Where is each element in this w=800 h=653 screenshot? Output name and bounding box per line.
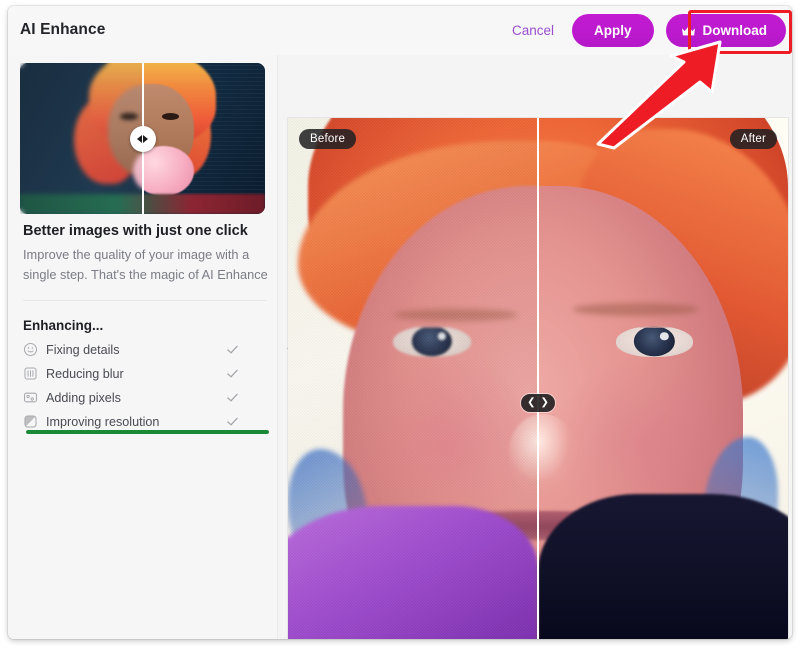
check-icon (227, 393, 238, 402)
after-badge: After (729, 129, 777, 149)
demo-handle-left-arrow-icon (137, 134, 142, 143)
sidebar-heading: Better images with just one click (23, 223, 248, 239)
download-button[interactable]: Download (665, 14, 786, 47)
app-header: AI Enhance Cancel Apply Download (8, 6, 792, 56)
before-noise-overlay (288, 118, 538, 639)
enhancing-section-title: Enhancing... (23, 318, 104, 333)
photo-eye-right (615, 326, 693, 357)
download-button-label: Download (702, 23, 768, 38)
task-row: Fixing details (23, 340, 267, 359)
chevron-left-icon: ❮ (527, 397, 536, 408)
preview-area: ‹ (278, 55, 792, 639)
task-label: Fixing details (46, 342, 120, 357)
sliders-icon (24, 367, 37, 380)
task-row: Adding pixels (23, 388, 267, 407)
task-label: Adding pixels (46, 390, 121, 405)
apply-button[interactable]: Apply (571, 14, 654, 47)
sidebar-divider (23, 300, 267, 301)
task-label: Reducing blur (46, 366, 124, 381)
app-window: AI Enhance Cancel Apply Download Better … (8, 6, 792, 639)
enhancing-task-list: Fixing details Reducing blur Adding pixe… (23, 340, 267, 436)
progress-bar-fill (26, 430, 269, 434)
check-icon (227, 369, 238, 378)
header-actions: Cancel Apply Download (506, 14, 786, 47)
check-icon (227, 345, 238, 354)
pixels-icon (23, 392, 38, 403)
after-image-pane (538, 118, 788, 639)
after-photo (538, 118, 788, 639)
check-icon (227, 417, 238, 426)
demo-before-side (20, 63, 143, 214)
sidebar-panel: Better images with just one click Improv… (8, 55, 278, 639)
photo-iris-right (634, 326, 675, 357)
demo-eye-right (162, 112, 180, 120)
photo-eye-highlight (659, 331, 669, 341)
face-smile-icon (23, 342, 38, 357)
page-title: AI Enhance (20, 21, 106, 38)
crown-icon (681, 25, 695, 35)
contrast-icon (24, 415, 37, 428)
chevron-right-icon: ❯ (540, 397, 549, 408)
progress-bar-track (26, 430, 269, 434)
task-row: Improving resolution (23, 412, 267, 431)
before-image-pane (288, 118, 538, 639)
task-row: Reducing blur (23, 364, 267, 383)
photo-shoulder (538, 494, 788, 639)
demo-handle-right-arrow-icon (143, 134, 148, 143)
before-after-comparison[interactable]: Before After ❮ ❯ (288, 118, 788, 639)
comparison-split-line (537, 118, 539, 639)
comparison-slider-handle[interactable]: ❮ ❯ (521, 394, 555, 412)
demo-split-handle[interactable] (129, 125, 156, 152)
sidebar-description: Improve the quality of your image with a… (23, 247, 268, 282)
before-badge: Before (299, 129, 357, 149)
task-label: Improving resolution (46, 414, 160, 429)
cancel-button[interactable]: Cancel (506, 17, 560, 44)
demo-thumbnail[interactable] (20, 63, 265, 214)
photo-brow-right (573, 303, 698, 316)
